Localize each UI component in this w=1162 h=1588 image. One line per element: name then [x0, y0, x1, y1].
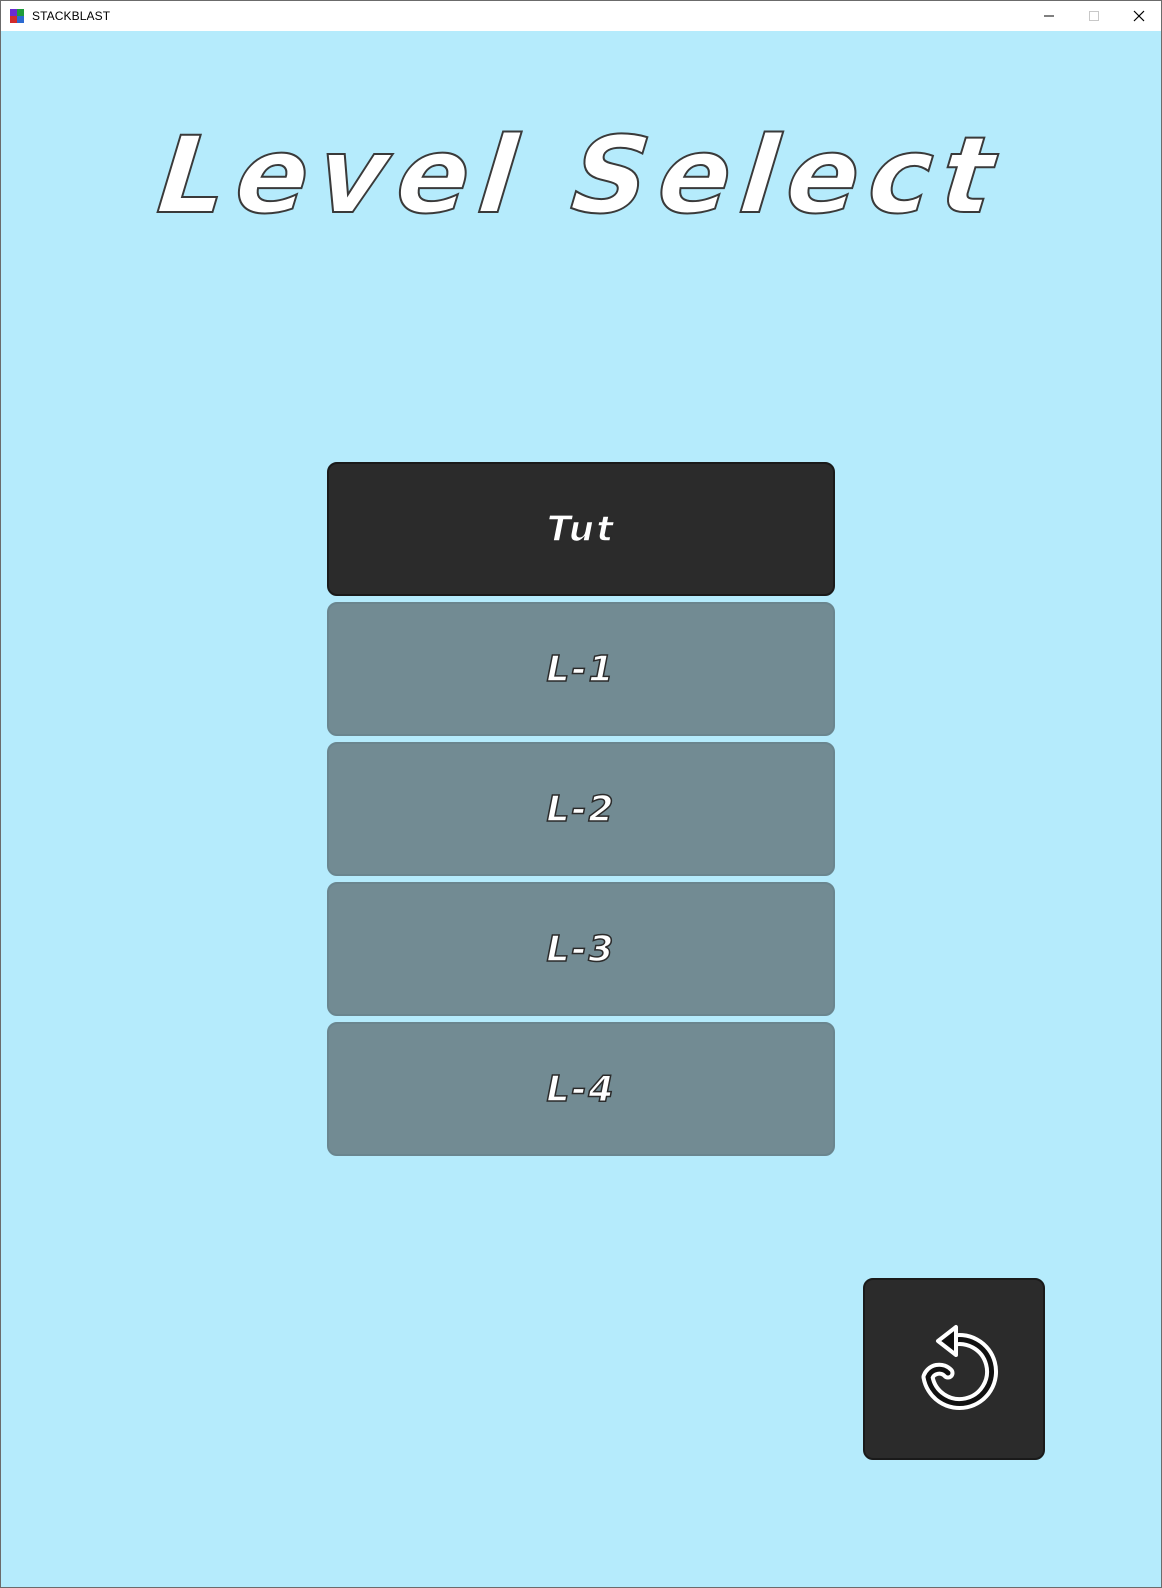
- level-button-4[interactable]: L-4: [327, 1022, 835, 1156]
- close-button[interactable]: [1116, 1, 1161, 31]
- close-icon: [1133, 10, 1144, 22]
- level-button-tut[interactable]: Tut: [327, 462, 835, 596]
- level-button-1[interactable]: L-1: [327, 602, 835, 736]
- level-select-title: Level Select: [152, 113, 1011, 238]
- window-controls: [1026, 1, 1161, 31]
- level-label: L-2: [546, 788, 616, 831]
- level-label: L-4: [546, 1068, 616, 1111]
- level-button-3[interactable]: L-3: [327, 882, 835, 1016]
- maximize-button[interactable]: [1071, 1, 1116, 31]
- maximize-icon: [1088, 11, 1099, 21]
- window-title: STACKBLAST: [32, 9, 111, 23]
- minimize-icon: [1043, 15, 1054, 17]
- title-bar[interactable]: STACKBLAST: [1, 1, 1161, 31]
- game-window: STACKBLAST Level Select Tut L-1 L-2 L-3 …: [0, 0, 1162, 1588]
- undo-arrow-icon: [921, 1325, 999, 1410]
- level-label: L-1: [546, 648, 616, 691]
- app-icon: [10, 9, 24, 23]
- level-label: L-3: [546, 928, 616, 971]
- level-button-2[interactable]: L-2: [327, 742, 835, 876]
- level-label: Tut: [546, 508, 616, 551]
- level-list: Tut L-1 L-2 L-3 L-4: [327, 462, 835, 1162]
- reset-button[interactable]: [863, 1278, 1045, 1460]
- minimize-button[interactable]: [1026, 1, 1071, 31]
